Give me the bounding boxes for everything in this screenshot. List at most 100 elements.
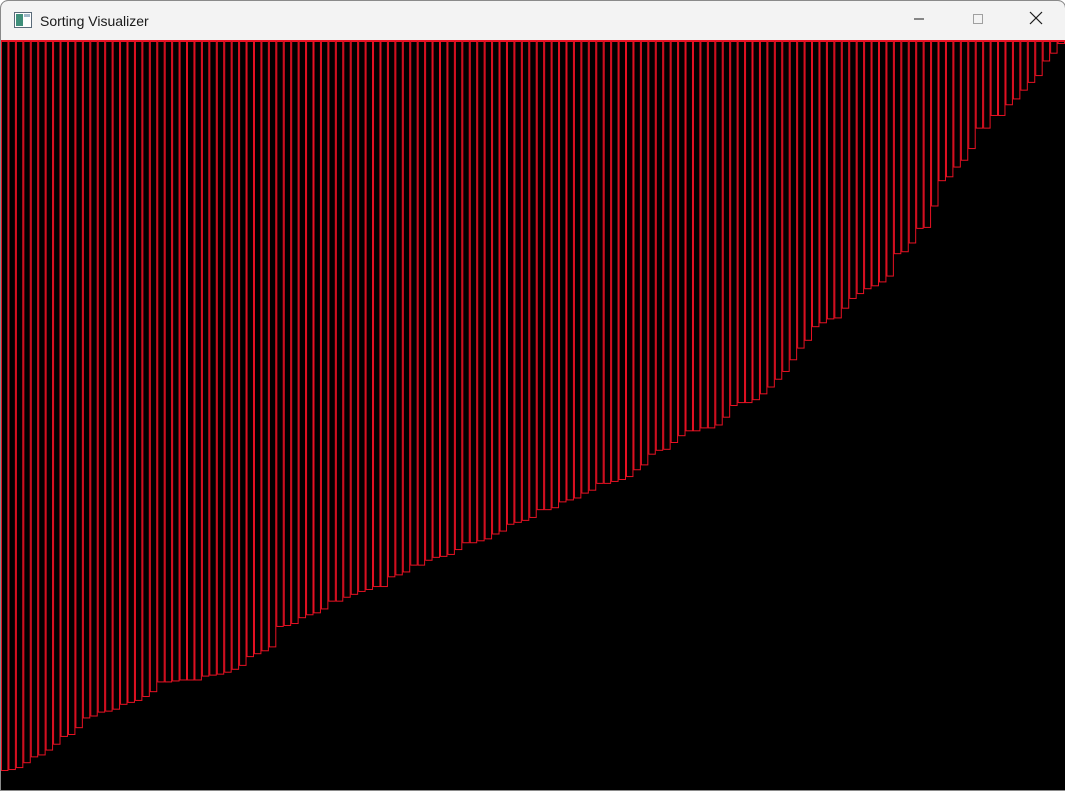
bar <box>276 41 284 627</box>
bar <box>30 41 39 758</box>
bar <box>581 41 589 494</box>
bar <box>611 41 619 482</box>
bar <box>82 41 91 719</box>
bar <box>38 41 46 756</box>
bar <box>931 41 939 207</box>
bar <box>864 41 872 290</box>
bar <box>172 41 180 682</box>
bar <box>752 41 760 401</box>
bar <box>901 41 909 253</box>
title-bar[interactable]: Sorting Visualizer <box>1 1 1065 41</box>
bar <box>521 41 530 521</box>
bar <box>425 41 433 561</box>
bar <box>239 41 247 666</box>
bar <box>417 41 426 566</box>
bar <box>402 41 411 573</box>
bar <box>797 41 805 349</box>
bar <box>670 41 679 443</box>
bar <box>462 41 470 544</box>
bar <box>953 41 961 168</box>
bar <box>231 41 240 670</box>
bar <box>209 41 217 676</box>
bar <box>849 41 857 299</box>
maximize-icon <box>972 12 984 30</box>
bar <box>700 41 708 429</box>
bar <box>663 41 671 450</box>
bar <box>908 41 917 244</box>
bar <box>588 41 597 491</box>
bar <box>45 41 54 751</box>
minimize-button[interactable] <box>890 1 948 40</box>
bar <box>945 41 954 178</box>
bar <box>447 41 455 555</box>
bar <box>90 41 98 717</box>
bar <box>112 41 121 710</box>
bar <box>194 41 202 681</box>
bar <box>745 41 753 404</box>
bar <box>916 41 924 229</box>
bar <box>164 41 173 683</box>
bar <box>626 41 634 478</box>
bar <box>1 41 9 771</box>
bar <box>819 41 827 324</box>
app-window-icon <box>14 12 32 28</box>
bar <box>730 41 738 407</box>
bar <box>75 41 83 729</box>
bar <box>15 41 24 769</box>
bar <box>603 41 612 484</box>
bar <box>804 41 813 341</box>
bar <box>1005 41 1013 106</box>
close-button[interactable] <box>1007 1 1065 40</box>
close-icon <box>1029 11 1043 30</box>
bar <box>53 41 61 745</box>
bar <box>1057 41 1065 44</box>
bar <box>23 41 31 764</box>
bar <box>856 41 865 295</box>
bar <box>201 41 210 677</box>
bar <box>335 41 344 602</box>
maximize-button[interactable] <box>949 1 1007 40</box>
bar <box>573 41 582 499</box>
bar <box>224 41 232 673</box>
bar <box>678 41 686 437</box>
bar <box>685 41 693 432</box>
bar <box>149 41 158 693</box>
bar <box>268 41 277 648</box>
bar <box>1020 41 1028 91</box>
bar <box>439 41 448 557</box>
bar <box>544 41 552 511</box>
bar <box>737 41 746 404</box>
bar <box>298 41 307 619</box>
bar <box>841 41 850 309</box>
bar <box>306 41 314 616</box>
bar <box>692 41 701 432</box>
bar <box>387 41 396 578</box>
bar <box>246 41 254 658</box>
bar <box>313 41 321 614</box>
bar <box>975 41 984 129</box>
bar <box>291 41 299 625</box>
visualizer-canvas <box>1 41 1065 790</box>
bar <box>1042 41 1051 62</box>
bar <box>968 41 976 150</box>
bar <box>179 41 188 681</box>
bar <box>328 41 336 602</box>
bar <box>261 41 269 652</box>
bar <box>834 41 842 319</box>
bar <box>1012 41 1021 100</box>
window-title: Sorting Visualizer <box>40 13 149 29</box>
bar <box>134 41 143 701</box>
bar <box>187 41 195 681</box>
bar <box>759 41 768 395</box>
bar <box>767 41 775 388</box>
bar <box>499 41 507 532</box>
bar <box>938 41 946 182</box>
bar <box>350 41 359 595</box>
bar <box>551 41 560 509</box>
bar <box>655 41 664 451</box>
bar <box>380 41 388 588</box>
bar <box>127 41 135 703</box>
bar <box>1035 41 1043 77</box>
bar <box>283 41 292 626</box>
bar <box>67 41 76 735</box>
